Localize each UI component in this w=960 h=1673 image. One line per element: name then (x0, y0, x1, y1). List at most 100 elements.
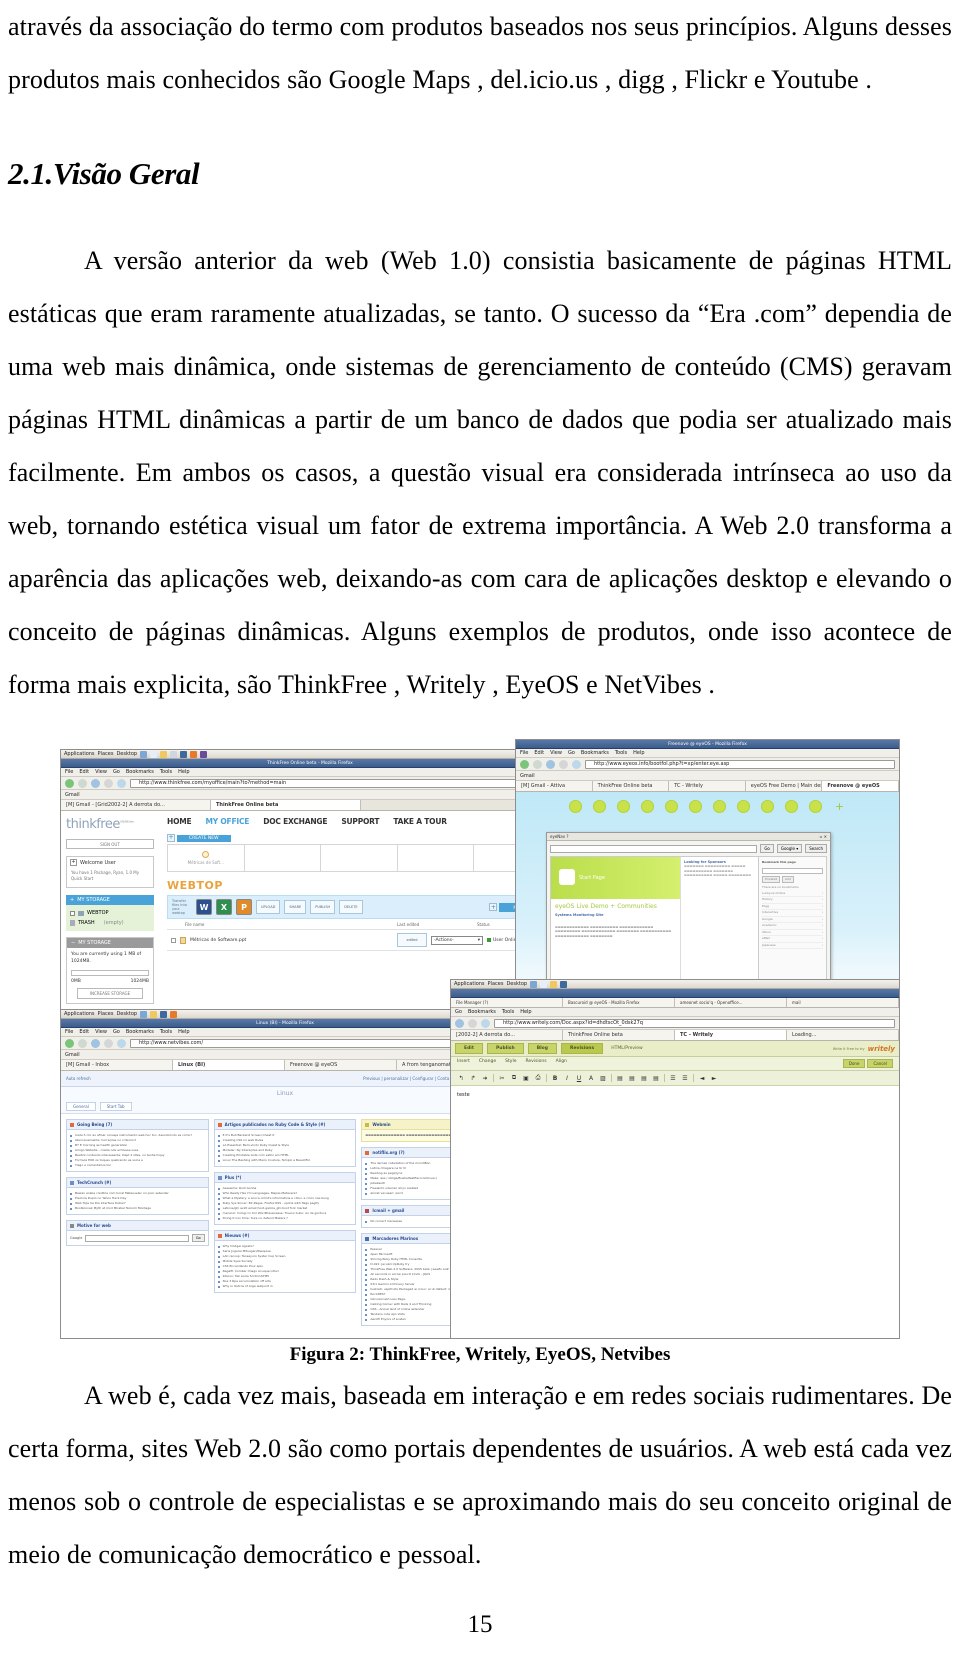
panel-menu-desktop[interactable]: Desktop (116, 751, 137, 757)
checkbox-icon[interactable] (70, 910, 75, 916)
dock-icon-chat[interactable] (713, 800, 726, 813)
panel-icon-firefox[interactable] (190, 750, 198, 758)
forward-icon[interactable]: ➜ (481, 1074, 489, 1082)
browser-tab-thinkfree[interactable]: ThinkFree Online beta (592, 781, 670, 791)
bookmark-privacy-select[interactable]: Private▾ (762, 875, 780, 883)
highlight-icon[interactable]: ▨ (599, 1074, 607, 1082)
netvibes-tab-start[interactable]: Start Tab (99, 1102, 132, 1111)
upload-button[interactable]: UPLOAD (256, 900, 281, 914)
dock-icon-files[interactable] (593, 800, 606, 813)
nav-my-office[interactable]: MY OFFICE (205, 817, 249, 826)
panel-icon-help[interactable] (540, 980, 548, 988)
browser-tab-eyeos-demo[interactable]: eyeOS Free Demo | Main desktop (745, 781, 823, 791)
writely-html-preview-link[interactable]: HTML/Preview (607, 1044, 647, 1053)
home-icon[interactable] (572, 759, 581, 769)
storage-meter-header[interactable]: − MY STORAGE (67, 938, 153, 948)
browser-tab-writely[interactable]: TC - Writely (675, 1030, 787, 1040)
writely-menu-revisions[interactable]: Revisions (525, 1059, 546, 1068)
panel-icon-folder[interactable] (150, 1010, 158, 1018)
tree-item-webtop[interactable]: WEBTOP (70, 908, 150, 918)
address-bar[interactable]: http://www.thinkfree.com/myoffice/main?t… (130, 778, 555, 788)
dock-icon-edit[interactable] (785, 800, 798, 813)
writely-tab-revisions[interactable]: Revisions (561, 1043, 604, 1054)
widget-header[interactable]: TechCrunch (#) (67, 1178, 208, 1188)
browser-tab-linux[interactable]: Linux (BI) (173, 1060, 285, 1070)
expand-icon[interactable]: + (70, 897, 74, 903)
nav-doc-exchange[interactable]: DOC EXCHANGE (263, 817, 327, 826)
writely-document-canvas[interactable]: teste (451, 1086, 899, 1338)
reload-icon[interactable] (91, 1038, 100, 1048)
browser-tab-gmail[interactable]: [M] Gmail - Inbox (61, 1060, 173, 1070)
panel-icon-app[interactable] (200, 750, 208, 758)
bookmark-item[interactable]: Japanese › (762, 943, 823, 949)
bookmark-name-input[interactable] (762, 867, 823, 874)
forward-icon[interactable] (78, 778, 87, 788)
address-bar[interactable]: http://www.eyeos.info/bootfol.php?t=xp/e… (585, 759, 895, 769)
menu-file[interactable]: File (520, 750, 528, 756)
numbered-list-icon[interactable]: ☰ (669, 1074, 677, 1082)
panel-menu-places[interactable]: Places (98, 1011, 114, 1017)
window-controls[interactable]: ▫ ✕ (820, 834, 827, 839)
back-icon[interactable] (520, 759, 529, 769)
list-item[interactable]: Why in Outros of Arga aubjunit in (217, 1284, 353, 1289)
menu-file[interactable]: File (65, 1029, 73, 1035)
dock-icon-music[interactable] (641, 800, 654, 813)
publish-button[interactable]: PUBLISH (310, 900, 336, 914)
panel-icon-media[interactable] (180, 750, 188, 758)
nav-take-a-tour[interactable]: TAKE A TOUR (393, 817, 447, 826)
list-item[interactable]: Linux The Bashing with Mario Couture, Te… (217, 1158, 353, 1163)
menu-file[interactable]: File (65, 769, 73, 775)
dock-icon-leaf[interactable] (689, 800, 702, 813)
forward-icon[interactable] (78, 1038, 87, 1048)
sign-out-button[interactable]: SIGN OUT (66, 839, 154, 849)
menu-view[interactable]: View (95, 1029, 107, 1035)
address-bar[interactable]: http://www.writely.com/Doc.aspx?id=dhdts… (494, 1018, 895, 1028)
row-checkbox[interactable] (171, 937, 176, 943)
dock-icon-tools[interactable] (665, 800, 678, 813)
align-justify-icon[interactable]: ▤ (652, 1074, 660, 1082)
panel-icon-help[interactable] (150, 750, 158, 758)
document-tile[interactable]: Métricas de Soft... (168, 845, 245, 871)
eyenav-engine-select[interactable]: Google ▾ (776, 844, 803, 853)
expand-icon[interactable]: + (167, 834, 175, 842)
document-tile[interactable] (398, 845, 475, 871)
align-left-icon[interactable]: ▤ (616, 1074, 624, 1082)
list-item[interactable]: Bootkonnek Myth at mod Mirabel Telcomi M… (70, 1206, 205, 1211)
taskbar-item-file-manager[interactable]: File Manager (?) (451, 998, 563, 1007)
panel-icon-browser[interactable] (140, 750, 148, 758)
dock-icon-wave[interactable] (737, 800, 750, 813)
panel-icon-browser[interactable] (530, 980, 538, 988)
browser-tab-gmail[interactable]: [M] Gmail - Attiva (516, 781, 593, 791)
eyenav-search-button[interactable]: Search (805, 844, 827, 853)
align-right-icon[interactable]: ▤ (640, 1074, 648, 1082)
collapse-icon[interactable]: − (71, 940, 75, 946)
writely-tab-publish[interactable]: Publish (487, 1043, 524, 1054)
menu-tools[interactable]: Tools (160, 1029, 172, 1035)
stop-icon[interactable] (559, 759, 568, 769)
done-button[interactable]: Done (842, 1059, 866, 1068)
tree-item-trash[interactable]: TRASH (empty) (70, 918, 150, 928)
dock-icon-calendar[interactable] (761, 800, 774, 813)
address-bar[interactable]: http://www.netvibes.com/ (130, 1038, 505, 1048)
writely-tab-blog[interactable]: Blog (527, 1043, 557, 1054)
panel-icon-folder[interactable] (550, 980, 558, 988)
bookmark-gmail[interactable]: Gmail (65, 792, 80, 798)
panel-icon-folder[interactable] (160, 750, 168, 758)
expand-icon[interactable]: + (489, 903, 498, 911)
home-icon[interactable] (117, 1038, 126, 1048)
browser-tab-writely[interactable]: TC - Writely (669, 781, 746, 791)
row-actions-select[interactable]: -Actions- ▾ (431, 935, 483, 945)
cancel-button[interactable]: Cancel (867, 1059, 893, 1068)
menu-go[interactable]: Go (113, 769, 120, 775)
menu-help[interactable]: Help (178, 1029, 189, 1035)
writely-tab-edit[interactable]: Edit (455, 1043, 483, 1054)
nav-home[interactable]: HOME (167, 817, 192, 826)
widget-header[interactable]: Nieuws (#) (214, 1231, 356, 1241)
panel-menu-applications[interactable]: Applications (64, 751, 95, 757)
browser-tab-eyeos[interactable]: Freenove @ eyeOS (285, 1060, 397, 1070)
panel-menu-desktop[interactable]: Desktop (506, 981, 527, 987)
panel-menu-places[interactable]: Places (98, 751, 114, 757)
undo-icon[interactable]: ↰ (457, 1074, 465, 1082)
list-item[interactable]: Doing it non time: Sure no defend Makers… (217, 1216, 353, 1221)
redo-icon[interactable]: ↱ (469, 1074, 477, 1082)
